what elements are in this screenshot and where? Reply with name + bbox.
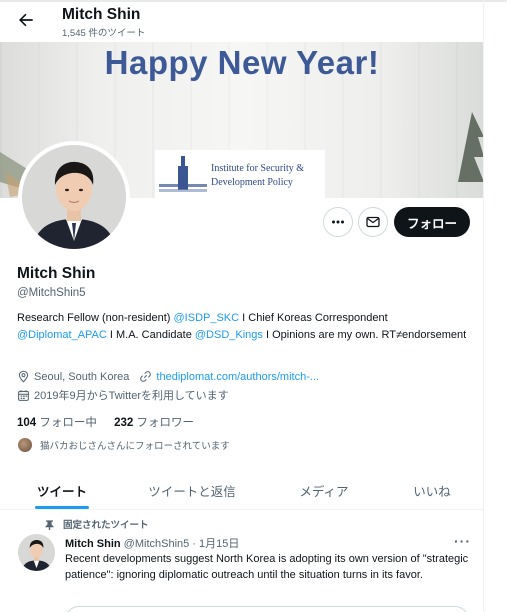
followers-label: フォロワー	[136, 417, 194, 429]
follow-button[interactable]: フォロー	[394, 207, 470, 237]
following-count: 104	[17, 417, 37, 429]
institute-name-line2: Development Policy	[211, 177, 293, 188]
arrow-left-icon[interactable]	[16, 10, 36, 30]
more-options-button[interactable]	[323, 207, 353, 237]
pinned-label: 固定されたツイート	[63, 520, 149, 531]
profile-name: Mitch Shin	[17, 265, 96, 282]
tab-media[interactable]: メディア	[288, 470, 360, 510]
profile-avatar[interactable]	[18, 141, 130, 253]
more-horizontal-icon	[332, 220, 344, 224]
institute-name: Institute for Security & Development Pol…	[211, 162, 304, 190]
calendar-icon	[18, 389, 29, 401]
bio-text: I M.A. Candidate	[106, 328, 195, 341]
followers-link[interactable]: 232 フォロワー	[114, 417, 194, 429]
following-label: フォロー中	[39, 417, 97, 429]
profile-meta-row: Seoul, South Korea thediplomat.com/autho…	[17, 370, 319, 383]
institute-name-line1: Institute for Security &	[211, 163, 305, 174]
follow-stats: 104 フォロー中 232 フォロワー	[17, 414, 194, 430]
followed-by-row[interactable]: 猫バカおじさんさんにフォローされています	[18, 438, 230, 452]
profile-website-link[interactable]: thediplomat.com/authors/mitch-...	[156, 371, 319, 383]
location-pin-icon	[18, 370, 29, 383]
followed-by-text: 猫バカおじさんさんにフォローされています	[40, 441, 230, 452]
institute-logo: Institute for Security & Development Pol…	[155, 150, 325, 198]
bio-text: Research Fellow (non-resident)	[17, 312, 174, 324]
banner-title: Happy New Year!	[104, 44, 380, 81]
tweet-header: Mitch Shin @MitchShin5 · 1月15日	[65, 535, 239, 551]
profile-joined-date: 2019年9月からTwitterを利用しています	[34, 390, 229, 402]
tweet-text: Recent developments suggest North Korea …	[65, 553, 469, 581]
bio-text: I Opinions are my own. RT≠endorsement	[262, 328, 467, 341]
profile-tabs: ツイート ツイートと返信 メディア いいね	[0, 470, 483, 510]
institute-emblem-icon	[159, 156, 207, 192]
envelope-icon	[366, 216, 380, 228]
tweet-author-name[interactable]: Mitch Shin	[65, 538, 121, 550]
pinned-indicator: 固定されたツイート	[44, 517, 149, 531]
active-tab-indicator	[35, 506, 89, 509]
profile-header: Mitch Shin 1,545 件のツイート	[0, 2, 483, 42]
profile-column: Mitch Shin 1,545 件のツイート Happy New Year! …	[0, 0, 484, 612]
tweet-link-card[interactable]	[65, 606, 469, 612]
followers-count: 232	[114, 417, 134, 429]
follower-avatar	[18, 438, 32, 452]
profile-handle: @MitchShin5	[17, 287, 86, 299]
profile-joined-row: 2019年9月からTwitterを利用しています	[17, 387, 229, 403]
avatar-portrait	[22, 145, 126, 249]
link-icon	[140, 371, 152, 382]
bio-mention-isdp[interactable]: @ISDP_SKC	[174, 312, 240, 324]
bio-mention-dsd[interactable]: @DSD_Kings	[195, 329, 263, 341]
following-link[interactable]: 104 フォロー中	[17, 417, 97, 429]
profile-location: Seoul, South Korea	[34, 370, 130, 383]
tree-decoration	[458, 112, 483, 182]
tweet-more-button[interactable]: ···	[454, 533, 471, 549]
message-button[interactable]	[358, 207, 388, 237]
tweet-author-avatar[interactable]	[18, 534, 55, 571]
bio-text: I Chief Koreas Correspondent	[239, 312, 388, 324]
tab-likes[interactable]: いいね	[398, 470, 466, 510]
tweet-author-meta: @MitchShin5 · 1月15日	[123, 538, 240, 550]
header-title: Mitch Shin	[62, 6, 141, 23]
bio-mention-diplomat[interactable]: @Diplomat_APAC	[17, 329, 107, 341]
tab-tweets-and-replies[interactable]: ツイートと返信	[136, 470, 248, 510]
pin-icon	[45, 519, 54, 530]
profile-bio: Research Fellow (non-resident) @ISDP_SKC…	[17, 310, 477, 343]
tweet-count: 1,545 件のツイート	[62, 28, 146, 39]
tweet-avatar-portrait	[18, 534, 55, 571]
tab-tweets[interactable]: ツイート	[22, 470, 102, 510]
